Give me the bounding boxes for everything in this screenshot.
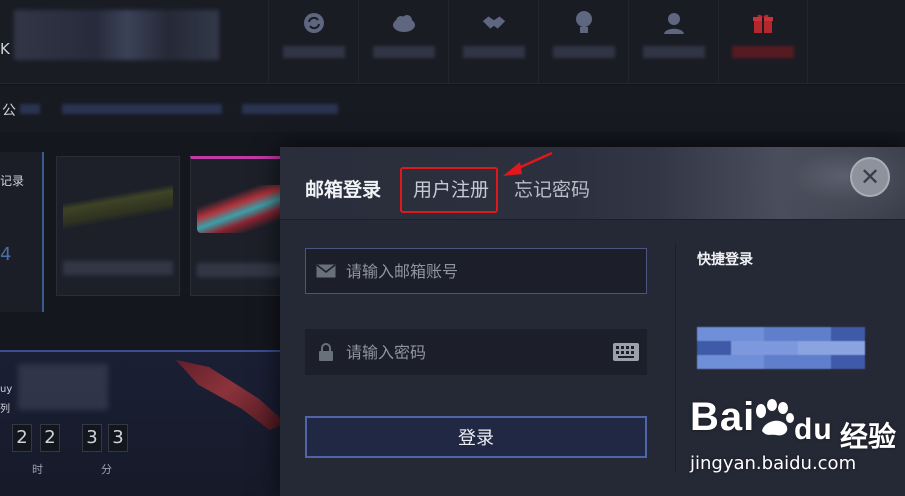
watermark-url: jingyan.baidu.com	[690, 453, 857, 474]
watermark-baidu-suffix: du	[794, 413, 833, 446]
baidu-jingyan-watermark: Bai du 经验 jingyan.baidu.com	[690, 395, 905, 496]
watermark-baidu-prefix: Bai	[690, 395, 756, 439]
watermark-jingyan-cn: 经验	[840, 420, 897, 453]
paw-icon	[756, 399, 794, 436]
